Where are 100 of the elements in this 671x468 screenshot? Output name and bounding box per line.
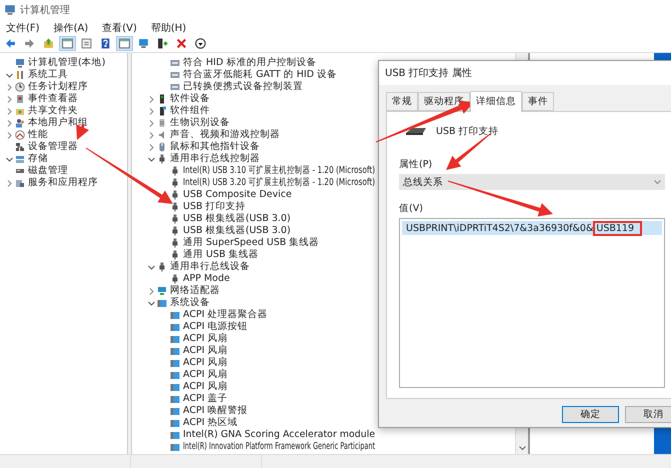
tree-item[interactable]: ACPI 热区域 bbox=[183, 417, 238, 429]
expand-icon[interactable] bbox=[148, 144, 155, 150]
tree-item[interactable]: ACPI 盖子 bbox=[183, 393, 228, 405]
usb-plug-icon bbox=[170, 178, 180, 188]
tree-item[interactable]: 已转换便携式设备控制装置 bbox=[183, 81, 303, 93]
expand-icon[interactable] bbox=[6, 132, 13, 138]
tree-item[interactable]: 声音、视频和游戏控制器 bbox=[170, 129, 280, 141]
tree-item[interactable]: 计算机管理(本地) bbox=[28, 57, 106, 69]
expand-icon[interactable] bbox=[148, 120, 155, 126]
property-dropdown[interactable]: 总线关系 bbox=[399, 174, 665, 190]
system-folder-icon bbox=[170, 430, 180, 440]
expand-icon[interactable] bbox=[6, 108, 13, 114]
expand-icon[interactable] bbox=[6, 96, 13, 102]
menu-item[interactable]: 查看(V) bbox=[102, 20, 137, 34]
tree-item[interactable]: 系统工具 bbox=[28, 69, 68, 81]
usb-plug-icon bbox=[157, 262, 167, 272]
expand-icon[interactable] bbox=[6, 120, 13, 126]
menu-item[interactable]: 文件(F) bbox=[6, 20, 40, 34]
tree-item[interactable]: 通用 USB 集线器 bbox=[183, 249, 259, 261]
forward-arrow-icon[interactable] bbox=[24, 38, 35, 49]
tree-item[interactable]: Intel(R) Innovation Platform Framework Generic Participant bbox=[183, 441, 375, 453]
help-icon[interactable] bbox=[100, 38, 111, 49]
expand-icon[interactable] bbox=[6, 180, 13, 186]
tree-item[interactable]: ACPI 风扇 bbox=[183, 369, 228, 381]
add-device-icon[interactable] bbox=[157, 38, 168, 49]
tab[interactable]: 详细信息 bbox=[470, 91, 522, 112]
list-view-icon[interactable] bbox=[81, 38, 92, 49]
tree-item[interactable]: 鼠标和其他指针设备 bbox=[170, 141, 260, 153]
tree-item[interactable]: 事件查看器 bbox=[28, 93, 78, 105]
collapse-icon[interactable] bbox=[148, 264, 155, 270]
expand-icon[interactable] bbox=[148, 132, 155, 138]
tree-item[interactable]: 通用 SuperSpeed USB 集线器 bbox=[183, 237, 320, 249]
tree-item[interactable]: Intel(R) USB 3.20 可扩展主机控制器 - 1.20 (Microsoft) bbox=[183, 177, 375, 189]
tree-item[interactable]: 符合 HID 标准的用户控制设备 bbox=[183, 57, 316, 69]
window-title: 计算机管理 bbox=[20, 4, 70, 17]
tree-item[interactable]: USB Composite Device bbox=[183, 189, 292, 201]
tree-item[interactable]: Intel(R) GNA Scoring Accelerator module bbox=[183, 429, 375, 441]
usb-plug-icon bbox=[170, 274, 180, 284]
console-tree-button[interactable] bbox=[59, 36, 76, 51]
dialog-button[interactable]: 确定 bbox=[562, 406, 619, 423]
tree-item[interactable]: Intel(R) USB 3.10 可扩展主机控制器 - 1.20 (Microsoft) bbox=[183, 165, 375, 177]
storage-icon bbox=[15, 154, 25, 164]
tree-item[interactable]: 系统设备 bbox=[170, 297, 210, 309]
usb-plug-icon bbox=[170, 202, 180, 212]
tree-item[interactable]: 存储 bbox=[28, 153, 48, 165]
monitor-icon[interactable] bbox=[138, 38, 149, 49]
collapse-icon[interactable] bbox=[6, 72, 13, 78]
tree-item[interactable]: 服务和应用程序 bbox=[28, 177, 98, 189]
collapse-icon[interactable] bbox=[148, 156, 155, 162]
tree-item[interactable]: 符合蓝牙低能耗 GATT 的 HID 设备 bbox=[183, 69, 337, 81]
delete-icon[interactable] bbox=[176, 38, 187, 49]
tree-item[interactable]: ACPI 风扇 bbox=[183, 381, 228, 393]
expand-icon[interactable] bbox=[148, 108, 155, 114]
collapse-icon[interactable] bbox=[148, 300, 155, 306]
tree-item[interactable]: USB 打印支持 bbox=[183, 201, 246, 213]
tab[interactable]: 常规 bbox=[386, 92, 418, 111]
tab[interactable]: 事件 bbox=[522, 92, 554, 111]
fingerprint-reader-icon bbox=[157, 118, 167, 128]
tree-item[interactable]: 软件组件 bbox=[170, 105, 210, 117]
tree-item[interactable]: 性能 bbox=[28, 129, 48, 141]
back-arrow-icon[interactable] bbox=[5, 38, 16, 49]
tree-item[interactable]: 网络适配器 bbox=[170, 285, 220, 297]
expand-icon[interactable] bbox=[148, 288, 155, 294]
tree-item[interactable]: USB 根集线器(USB 3.0) bbox=[183, 225, 291, 237]
tree-item[interactable]: ACPI 唤醒警报 bbox=[183, 405, 248, 417]
tree-item[interactable]: 软件设备 bbox=[170, 93, 210, 105]
download-icon[interactable] bbox=[195, 38, 206, 49]
dialog-title: USB 打印支持 属性 bbox=[379, 61, 671, 85]
tree-item[interactable]: 共享文件夹 bbox=[28, 105, 78, 117]
tree-item[interactable]: 通用串行总线设备 bbox=[170, 261, 250, 273]
value-list[interactable]: USBPRINT\iDPRTiT4S2\7&3a36930f&0& USB119 bbox=[399, 218, 665, 388]
console-tree-button[interactable] bbox=[116, 36, 133, 51]
tree-item[interactable]: ACPI 处理器聚合器 bbox=[183, 309, 268, 321]
tree-item[interactable]: 本地用户和组 bbox=[28, 117, 88, 129]
tree-item[interactable]: USB 根集线器(USB 3.0) bbox=[183, 213, 291, 225]
tree-item[interactable]: ACPI 电源按钮 bbox=[183, 321, 248, 333]
device-tree-icon bbox=[15, 142, 25, 152]
tree-item[interactable]: 任务计划程序 bbox=[28, 81, 88, 93]
tree-item[interactable]: ACPI 风扇 bbox=[183, 333, 228, 345]
tree-item[interactable]: 通用串行总线控制器 bbox=[170, 153, 260, 165]
tree-item[interactable]: 磁盘管理 bbox=[28, 165, 68, 177]
tree-item[interactable]: 生物识别设备 bbox=[170, 117, 230, 129]
console-tree-icon[interactable] bbox=[119, 38, 130, 49]
system-folder-icon bbox=[170, 382, 180, 392]
usb-plug-icon bbox=[170, 250, 180, 260]
dialog-button[interactable]: 取消 bbox=[625, 406, 671, 423]
folder-up-icon[interactable] bbox=[43, 38, 54, 49]
menu-item[interactable]: 操作(A) bbox=[54, 20, 88, 34]
console-tree-icon[interactable] bbox=[62, 38, 73, 49]
tree-item[interactable]: 设备管理器 bbox=[28, 141, 78, 153]
tree-item[interactable]: ACPI 风扇 bbox=[183, 357, 228, 369]
scroll-down-icon[interactable] bbox=[518, 446, 526, 451]
expand-icon[interactable] bbox=[148, 96, 155, 102]
dropdown-caret-icon[interactable] bbox=[654, 180, 661, 184]
collapse-icon[interactable] bbox=[6, 156, 13, 162]
menu-item[interactable]: 帮助(H) bbox=[150, 20, 186, 34]
value-row[interactable]: USBPRINT\iDPRTiT4S2\7&3a36930f&0& USB119 bbox=[402, 221, 662, 235]
tree-item[interactable]: ACPI 风扇 bbox=[183, 345, 228, 357]
expand-icon[interactable] bbox=[6, 84, 13, 90]
tree-item[interactable]: APP Mode bbox=[183, 273, 230, 285]
